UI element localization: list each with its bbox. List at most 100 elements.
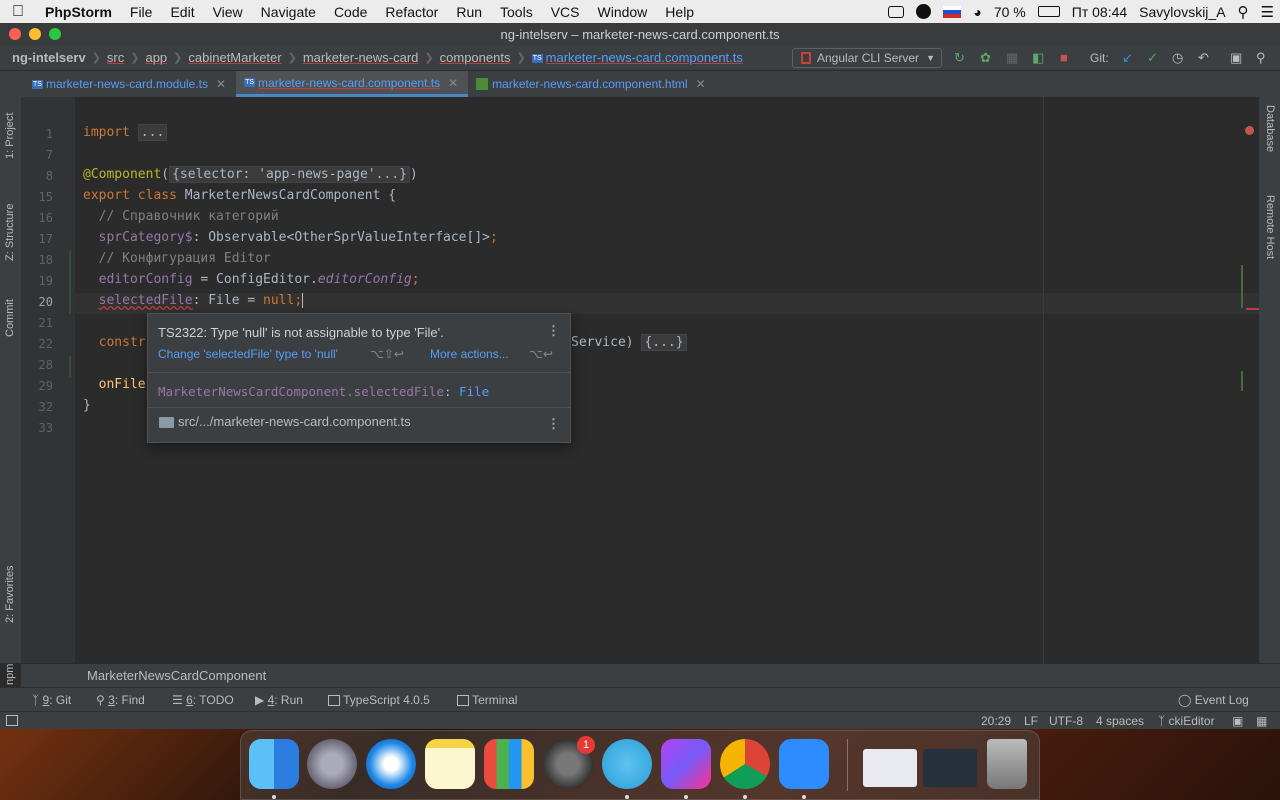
git-rollback-icon[interactable]: ↶ bbox=[1198, 51, 1209, 65]
breadcrumb-marketer-news-card[interactable]: marketer-news-card bbox=[297, 50, 425, 65]
tool-window-commit[interactable]: Commit bbox=[4, 299, 16, 337]
memory-indicator-icon[interactable]: ▦ bbox=[1256, 714, 1267, 728]
tool-window-run[interactable]: ▶ 4: Run bbox=[255, 693, 303, 707]
trash-icon[interactable] bbox=[987, 739, 1027, 789]
battery-percent[interactable]: 70 % bbox=[994, 4, 1026, 20]
code-line-field[interactable]: sprCategory$: Observable<OtherSprValueIn… bbox=[83, 230, 498, 245]
breadcrumb-class[interactable]: MarketerNewsCardComponent bbox=[87, 668, 266, 683]
breadcrumb-project[interactable]: ng-intelserv bbox=[0, 50, 92, 65]
code-line-comment[interactable]: // Конфигурация Editor bbox=[83, 251, 271, 266]
caret-position[interactable]: 20:29 bbox=[981, 714, 1011, 728]
breadcrumb-src[interactable]: src bbox=[101, 50, 130, 65]
launchpad-icon[interactable] bbox=[307, 739, 357, 789]
vcs-change-marker[interactable] bbox=[69, 356, 71, 377]
zoom-icon[interactable] bbox=[779, 739, 829, 789]
vcs-change-marker[interactable] bbox=[69, 251, 71, 314]
tool-window-terminal[interactable]: Terminal bbox=[457, 693, 517, 707]
lock-icon[interactable]: ▣ bbox=[1232, 714, 1243, 728]
tool-window-find[interactable]: ⚲ 3: Find bbox=[96, 693, 145, 707]
rerun-icon[interactable]: ↻ bbox=[954, 51, 965, 65]
numbers-icon[interactable] bbox=[484, 739, 534, 789]
indent-setting[interactable]: 4 spaces bbox=[1096, 714, 1144, 728]
minimized-window-telegram[interactable] bbox=[923, 749, 977, 787]
menu-vcs[interactable]: VCS bbox=[542, 4, 589, 20]
breadcrumb-app[interactable]: app bbox=[139, 50, 173, 65]
folded-region[interactable]: {...} bbox=[641, 334, 687, 351]
tool-window-git[interactable]: ᛉ 9: Git bbox=[32, 693, 71, 707]
menubar-user[interactable]: Savylovskij_A bbox=[1139, 4, 1225, 20]
battery-icon[interactable] bbox=[1037, 6, 1060, 17]
breadcrumb-file[interactable]: TS marketer-news-card.component.ts bbox=[526, 50, 749, 65]
notification-center-icon[interactable]: ☰ bbox=[1261, 3, 1274, 21]
more-options-icon[interactable]: ⋮ bbox=[547, 416, 560, 432]
zoom-window-button[interactable] bbox=[49, 28, 61, 40]
menu-run[interactable]: Run bbox=[447, 4, 491, 20]
folded-region[interactable]: {selector: 'app-news-page'...} bbox=[169, 166, 410, 183]
error-stripe-icon[interactable] bbox=[1245, 126, 1254, 135]
code-line-close[interactable]: } bbox=[83, 398, 91, 413]
presentation-mode-icon[interactable]: ▣ bbox=[1230, 51, 1242, 65]
tab-component-html[interactable]: marketer-news-card.component.html ✕ bbox=[468, 71, 715, 97]
tab-component-ts[interactable]: TS marketer-news-card.component.ts ✕ bbox=[236, 71, 469, 97]
telegram-status-icon[interactable] bbox=[916, 4, 932, 19]
wifi-icon[interactable]: ◕ bbox=[973, 4, 981, 20]
chrome-icon[interactable] bbox=[720, 739, 770, 789]
search-everywhere-icon[interactable]: ⚲ bbox=[1256, 51, 1266, 65]
run-configuration-selector[interactable]: Angular CLI Server ▼ bbox=[792, 48, 942, 68]
menu-app-name[interactable]: PhpStorm bbox=[36, 4, 121, 20]
phpstorm-icon[interactable] bbox=[661, 739, 711, 789]
more-actions-link[interactable]: More actions... bbox=[430, 347, 509, 361]
code-line-field[interactable]: editorConfig = ConfigEditor.editorConfig… bbox=[83, 272, 420, 287]
finder-icon[interactable] bbox=[249, 739, 299, 789]
file-encoding[interactable]: UTF-8 bbox=[1049, 714, 1083, 728]
code-line-constructor[interactable]: constr bbox=[83, 335, 146, 350]
tool-window-remote-host[interactable]: Remote Host bbox=[1264, 195, 1276, 259]
git-update-icon[interactable]: ↙ bbox=[1122, 51, 1133, 65]
menu-view[interactable]: View bbox=[204, 4, 252, 20]
code-line-field-error[interactable]: selectedFile: File = null; bbox=[83, 293, 304, 308]
error-stripe-mark[interactable] bbox=[1246, 308, 1259, 310]
spotlight-search-icon[interactable]: ⚲ bbox=[1238, 3, 1249, 21]
menu-tools[interactable]: Tools bbox=[491, 4, 542, 20]
toggle-tool-windows-icon[interactable] bbox=[6, 715, 18, 726]
code-line-import[interactable]: import ... bbox=[83, 124, 168, 141]
tool-window-project[interactable]: 1: Project bbox=[4, 113, 16, 159]
close-tab-icon[interactable]: ✕ bbox=[696, 77, 706, 91]
tool-window-todo[interactable]: ☰ 6: TODO bbox=[172, 693, 234, 707]
file-path[interactable]: src/.../marketer-news-card.component.ts bbox=[178, 414, 411, 429]
menu-file[interactable]: File bbox=[121, 4, 162, 20]
tool-window-typescript[interactable]: TypeScript 4.0.5 bbox=[328, 693, 430, 707]
apple-icon[interactable]:  bbox=[0, 3, 36, 21]
close-tab-icon[interactable]: ✕ bbox=[448, 76, 458, 90]
line-separator[interactable]: LF bbox=[1024, 714, 1038, 728]
stop-icon[interactable]: ■ bbox=[1060, 51, 1068, 65]
code-line-class[interactable]: export class MarketerNewsCardComponent { bbox=[83, 188, 396, 203]
minimized-window-chrome[interactable] bbox=[863, 749, 917, 787]
tool-window-structure[interactable]: Z: Structure bbox=[4, 204, 16, 261]
menu-refactor[interactable]: Refactor bbox=[376, 4, 447, 20]
menu-navigate[interactable]: Navigate bbox=[252, 4, 325, 20]
git-commit-icon[interactable]: ✓ bbox=[1147, 51, 1158, 65]
code-line-decorator[interactable]: @Component({selector: 'app-news-page'...… bbox=[83, 166, 418, 183]
telegram-icon[interactable] bbox=[602, 739, 652, 789]
safari-icon[interactable] bbox=[366, 739, 416, 789]
declaration-type[interactable]: File bbox=[459, 384, 489, 399]
code-line-constructor-tail[interactable]: Service) {...} bbox=[571, 334, 687, 351]
git-branch-widget[interactable]: ᛉ ckiEditor bbox=[1158, 714, 1215, 728]
menu-code[interactable]: Code bbox=[325, 4, 376, 20]
tool-window-database[interactable]: Database bbox=[1264, 105, 1276, 152]
tool-window-favorites[interactable]: 2: Favorites bbox=[4, 566, 16, 623]
tab-module-ts[interactable]: TS marketer-news-card.module.ts ✕ bbox=[24, 71, 236, 97]
minimize-window-button[interactable] bbox=[29, 28, 41, 40]
menu-window[interactable]: Window bbox=[589, 4, 657, 20]
breadcrumb-cabinet-marketer[interactable]: cabinetMarketer bbox=[182, 50, 287, 65]
notes-icon[interactable] bbox=[425, 739, 475, 789]
menu-edit[interactable]: Edit bbox=[161, 4, 203, 20]
zoom-status-icon[interactable] bbox=[888, 5, 905, 18]
close-window-button[interactable] bbox=[9, 28, 21, 40]
folded-region[interactable]: ... bbox=[137, 124, 168, 141]
breadcrumb-components[interactable]: components bbox=[434, 50, 517, 65]
coverage-icon[interactable]: ▦ bbox=[1006, 51, 1018, 65]
git-history-icon[interactable]: ◷ bbox=[1172, 51, 1183, 65]
event-log-button[interactable]: ◯ Event Log bbox=[1178, 693, 1249, 707]
